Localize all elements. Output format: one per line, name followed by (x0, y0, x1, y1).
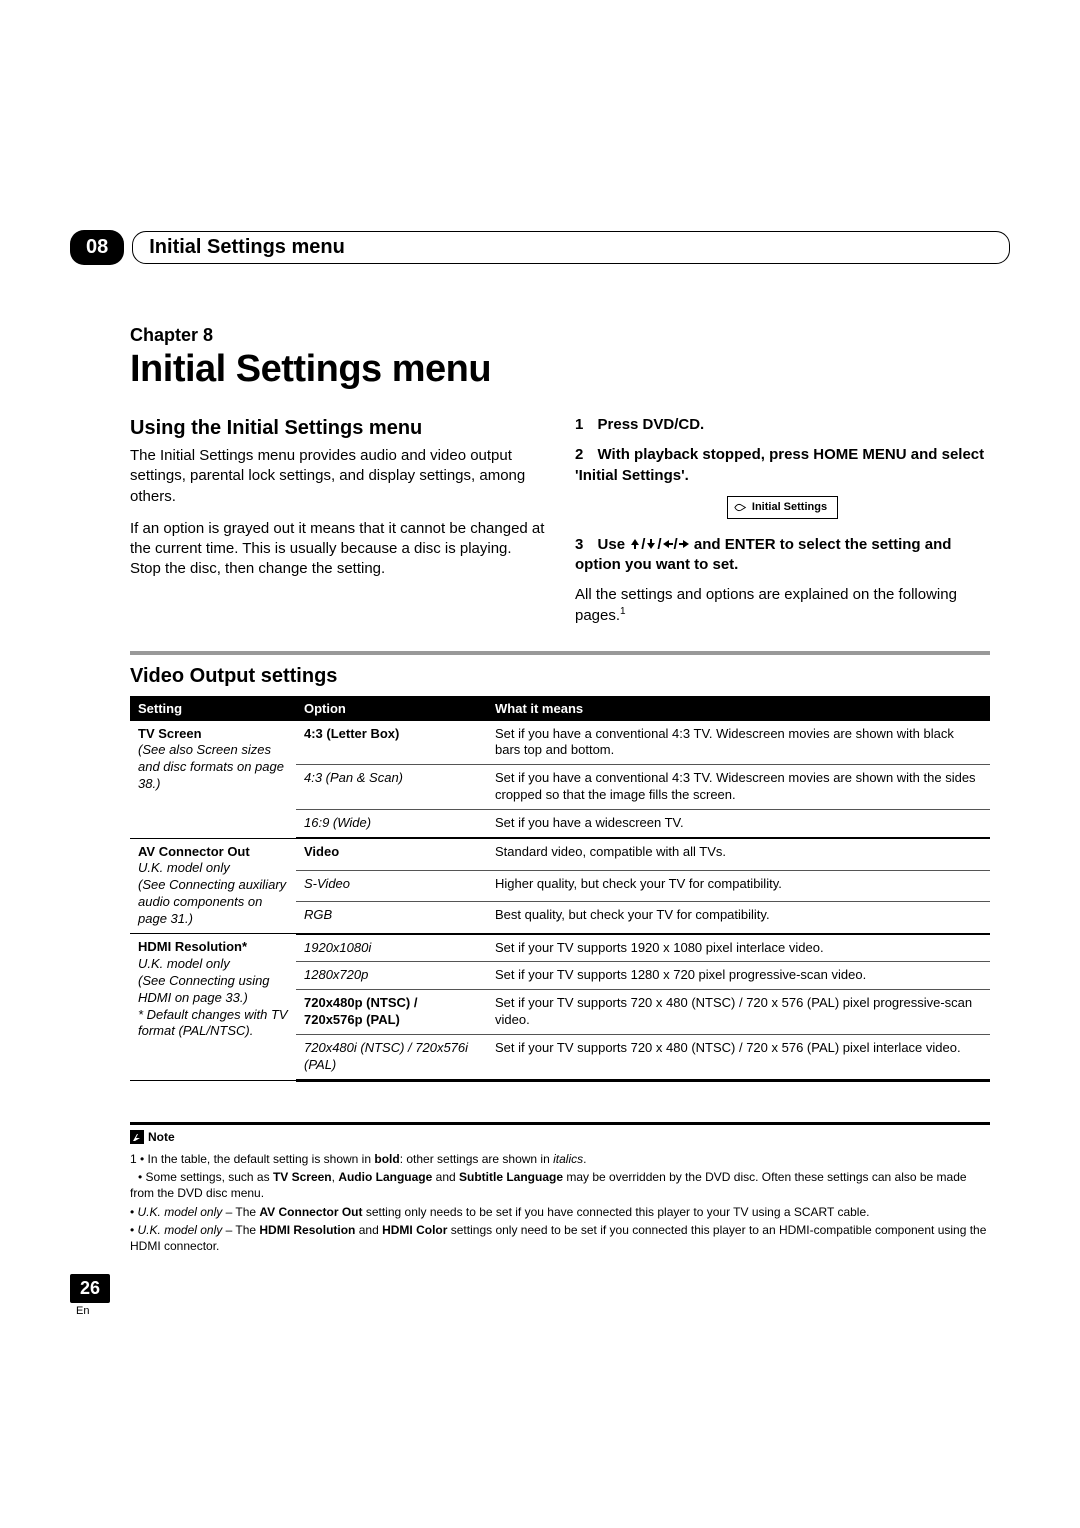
initial-settings-menu-box: Initial Settings (727, 496, 838, 519)
option-cell: RGB (296, 901, 487, 933)
option-cell: 16:9 (Wide) (296, 810, 487, 838)
option-cell: 4:3 (Pan & Scan) (296, 765, 487, 810)
page-number: 26 (70, 1274, 110, 1303)
option-cell: 1280x720p (296, 962, 487, 990)
step-3-desc: All the settings and options are explain… (575, 585, 990, 627)
table-row: HDMI Resolution*U.K. model only(See Conn… (130, 934, 990, 962)
setting-cell: AV Connector OutU.K. model only(See Conn… (130, 838, 296, 933)
table-row: TV Screen(See also Screen sizes and disc… (130, 721, 990, 765)
intro-para-1: The Initial Settings menu provides audio… (130, 446, 545, 507)
step-3-prefix: Use (598, 536, 630, 553)
note-1: 1 • In the table, the default setting is… (130, 1151, 990, 1167)
pointer-icon (734, 502, 748, 513)
step-2-text: With playback stopped, press HOME MENU a… (575, 446, 984, 483)
arrow-right-icon (678, 536, 690, 553)
section-divider (130, 651, 990, 655)
meaning-cell: Set if you have a conventional 4:3 TV. W… (487, 721, 990, 765)
step-3-num: 3 (575, 536, 583, 553)
option-cell: 4:3 (Letter Box) (296, 721, 487, 765)
meaning-cell: Set if your TV supports 1920 x 1080 pixe… (487, 934, 990, 962)
option-cell: S-Video (296, 870, 487, 901)
video-output-heading: Video Output settings (130, 665, 990, 688)
arrow-down-icon (645, 536, 657, 553)
note-label: Note (148, 1129, 175, 1145)
meaning-cell: Set if your TV supports 1280 x 720 pixel… (487, 962, 990, 990)
page-language: En (76, 1305, 1010, 1317)
setting-cell: HDMI Resolution*U.K. model only(See Conn… (130, 934, 296, 1081)
arrow-up-icon (629, 536, 641, 553)
meaning-cell: Set if your TV supports 720 x 480 (NTSC)… (487, 990, 990, 1035)
note-3: • U.K. model only – The AV Connector Out… (130, 1204, 990, 1220)
menu-box-label: Initial Settings (752, 500, 827, 515)
option-cell: 1920x1080i (296, 934, 487, 962)
note-2: • Some settings, such as TV Screen, Audi… (130, 1169, 990, 1201)
video-output-table: Setting Option What it means TV Screen(S… (130, 696, 990, 1082)
chapter-number-tab: 08 (70, 230, 124, 265)
th-option: Option (296, 696, 487, 721)
step-2: 2 With playback stopped, press HOME MENU… (575, 445, 990, 486)
table-row: AV Connector OutU.K. model only(See Conn… (130, 838, 990, 870)
intro-para-2: If an option is grayed out it means that… (130, 519, 545, 580)
option-cell: 720x480i (NTSC) / 720x576i (PAL) (296, 1035, 487, 1081)
chapter-title: Initial Settings menu (130, 348, 990, 391)
note-4: • U.K. model only – The HDMI Resolution … (130, 1222, 990, 1254)
chapter-header: 08 Initial Settings menu (70, 230, 1010, 265)
step-3: 3 Use /// and ENTER to select the settin… (575, 535, 990, 576)
meaning-cell: Set if you have a conventional 4:3 TV. W… (487, 765, 990, 810)
step-2-num: 2 (575, 446, 583, 463)
setting-cell: TV Screen(See also Screen sizes and disc… (130, 721, 296, 838)
step-1: 1 Press DVD/CD. (575, 415, 990, 435)
option-cell: 720x480p (NTSC) / 720x576p (PAL) (296, 990, 487, 1035)
meaning-cell: Standard video, compatible with all TVs. (487, 838, 990, 870)
th-meaning: What it means (487, 696, 990, 721)
footnote-marker: 1 (620, 606, 626, 617)
note-header: Note (130, 1129, 175, 1145)
meaning-cell: Best quality, but check your TV for comp… (487, 901, 990, 933)
meaning-cell: Set if you have a widescreen TV. (487, 810, 990, 838)
step-1-num: 1 (575, 416, 583, 433)
meaning-cell: Set if your TV supports 720 x 480 (NTSC)… (487, 1035, 990, 1081)
section-heading-using: Using the Initial Settings menu (130, 415, 545, 442)
arrow-left-icon (662, 536, 674, 553)
th-setting: Setting (130, 696, 296, 721)
chapter-bar-title: Initial Settings menu (132, 231, 1010, 264)
meaning-cell: Higher quality, but check your TV for co… (487, 870, 990, 901)
chapter-label: Chapter 8 (130, 325, 990, 346)
option-cell: Video (296, 838, 487, 870)
step-1-text: Press DVD/CD. (598, 416, 705, 433)
note-icon (130, 1130, 144, 1144)
